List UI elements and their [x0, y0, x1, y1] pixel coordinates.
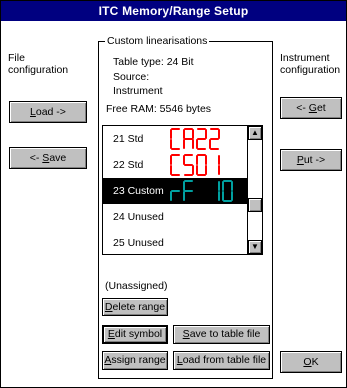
save-to-table-file-button[interactable]: Save to table file: [173, 325, 270, 344]
range-item-label: 23 Custom: [113, 185, 164, 197]
free-ram-label: Free RAM: 5546 bytes: [106, 103, 212, 115]
range-list-item[interactable]: 21 Std CA22: [103, 126, 248, 152]
range-symbol-display: rF 10: [170, 180, 233, 202]
range-status: (Unassigned): [105, 280, 168, 292]
instrument-config-heading-line2: configuration: [280, 64, 341, 76]
delete-range-button[interactable]: Delete range: [102, 298, 168, 316]
save-button-prefix: <-: [29, 152, 43, 164]
scroll-thumb[interactable]: [248, 198, 262, 212]
scroll-up-arrow[interactable]: ▲: [248, 126, 262, 140]
range-symbol-display: CA22: [170, 128, 220, 150]
range-item-label: 25 Unused: [113, 237, 164, 249]
range-list-item[interactable]: 23 Custom rF 10: [103, 178, 248, 204]
edit-symbol-mnemonic: E: [107, 328, 115, 340]
range-list-scrollbar[interactable]: ▲ ▼: [247, 126, 262, 254]
custom-linearisations-title: Custom linearisations: [105, 35, 210, 47]
range-listbox[interactable]: 21 Std CA22 22 Std CS01 23 Custom rF 10 24 Unu…: [102, 125, 263, 255]
instrument-config-heading: Instrument configuration: [280, 52, 340, 76]
load-button-label: oad ->: [35, 106, 66, 118]
get-button-prefix: <-: [296, 102, 309, 114]
range-symbol-display: CS01: [170, 154, 220, 176]
save-table-mnemonic: S: [182, 328, 190, 340]
save-table-label: ave to table file: [189, 328, 261, 340]
load-button[interactable]: Load ->: [9, 101, 87, 123]
put-button-mnemonic: P: [296, 154, 304, 166]
file-config-heading-line1: File: [8, 52, 25, 64]
edit-symbol-label: dit symbol: [114, 328, 163, 340]
range-list-item[interactable]: 22 Std CS01: [103, 152, 248, 178]
range-item-label: 24 Unused: [113, 211, 164, 223]
save-button-label: ave: [49, 152, 67, 164]
get-button[interactable]: <- Get: [280, 97, 342, 119]
load-from-table-file-button[interactable]: Load from table file: [173, 351, 270, 370]
assign-range-button[interactable]: Assign range: [102, 351, 168, 370]
instrument-config-heading-line1: Instrument: [280, 52, 330, 64]
delete-range-mnemonic: D: [104, 301, 113, 313]
range-item-label: 21 Std: [113, 133, 144, 145]
range-item-label: 22 Std: [113, 159, 144, 171]
assign-range-label: ssign range: [111, 354, 166, 366]
ok-button-label: K: [311, 356, 319, 368]
scroll-down-arrow[interactable]: ▼: [248, 240, 262, 254]
ok-button-mnemonic: O: [303, 356, 312, 368]
source-label: Source:: [113, 71, 150, 83]
source-value: Instrument: [113, 85, 163, 97]
file-config-heading: File configuration: [8, 52, 68, 76]
ok-button[interactable]: OK: [280, 351, 342, 373]
put-button-label: ut ->: [303, 154, 326, 166]
save-button[interactable]: <- Save: [9, 147, 87, 169]
load-table-label: oad from table file: [182, 354, 267, 366]
delete-range-label: elete range: [112, 301, 166, 313]
memory-range-setup-window: ITC Memory/Range Setup File configuratio…: [0, 0, 347, 388]
table-type-label: Table type: 24 Bit: [113, 56, 194, 68]
put-button[interactable]: Put ->: [280, 149, 342, 171]
file-config-heading-line2: configuration: [8, 64, 69, 76]
window-title: ITC Memory/Range Setup: [1, 1, 346, 21]
get-button-mnemonic: G: [308, 102, 317, 114]
range-list-item[interactable]: 24 Unused: [103, 204, 248, 230]
get-button-label: et: [316, 102, 326, 114]
edit-symbol-button[interactable]: Edit symbol: [102, 325, 168, 344]
range-list-item[interactable]: 25 Unused: [103, 230, 248, 254]
